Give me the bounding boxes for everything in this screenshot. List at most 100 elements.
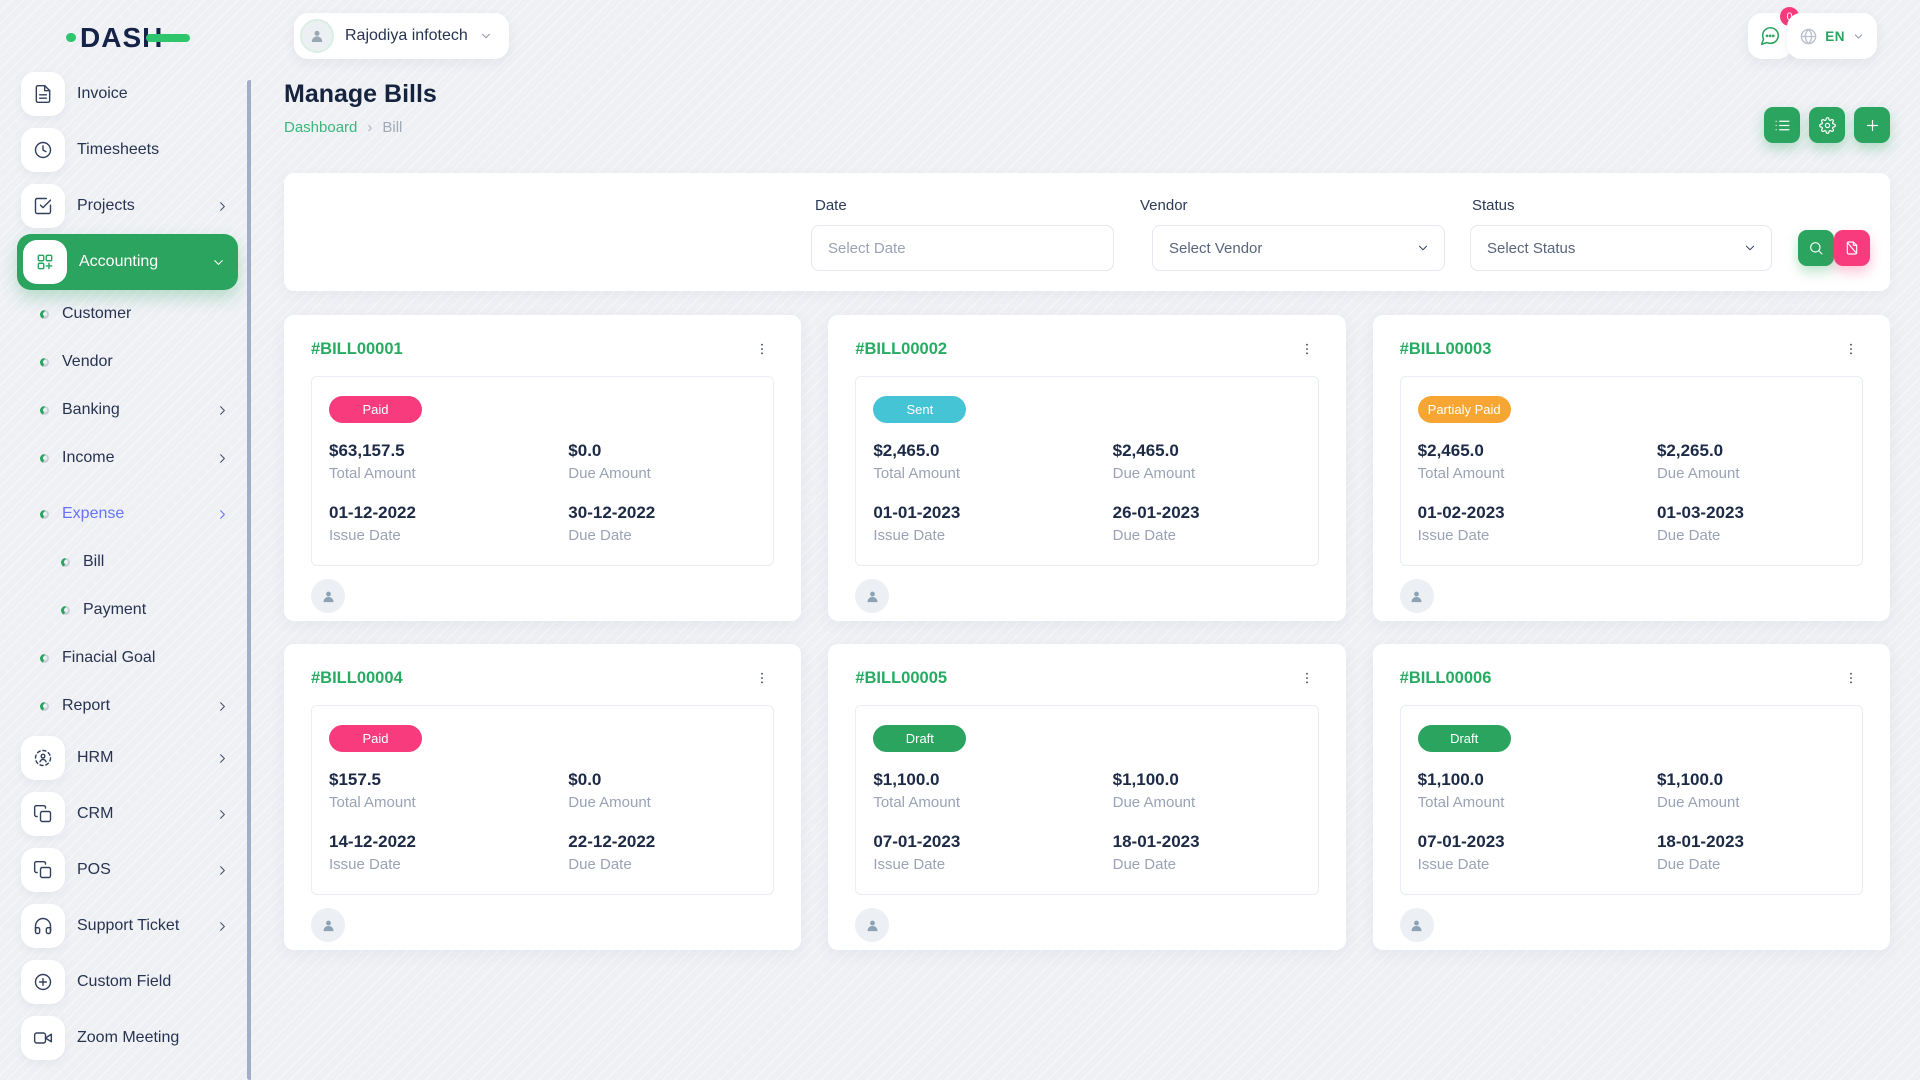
user-icon: [1408, 588, 1425, 605]
settings-button[interactable]: [1809, 107, 1845, 143]
card-actions-menu-button[interactable]: [1295, 337, 1319, 361]
breadcrumb-separator: ›: [367, 119, 372, 136]
list-view-button[interactable]: [1764, 107, 1800, 143]
card-actions-menu-button[interactable]: [1295, 666, 1319, 690]
apply-filter-button[interactable]: [1798, 230, 1834, 266]
sidebar-scrollbar[interactable]: [247, 80, 251, 1080]
bill-number-link[interactable]: #BILL00003: [1400, 340, 1492, 359]
invoice-icon: [33, 84, 53, 104]
kebab-icon: [754, 670, 770, 686]
bullet-icon: [61, 558, 70, 567]
sidebar-item-vendor[interactable]: Vendor: [0, 338, 251, 386]
status-badge: Draft: [873, 725, 966, 752]
due-date-value: 18-01-2023: [1113, 832, 1301, 852]
chevron-right-icon: [215, 807, 230, 822]
sidebar-item-expense[interactable]: Expense: [0, 490, 251, 538]
hrm-icon-box: [21, 736, 65, 780]
sidebar-scrollbar-thumb[interactable]: [247, 80, 251, 1080]
sidebar-item-support-ticket[interactable]: Support Ticket: [0, 898, 251, 954]
sidebar-item-report[interactable]: Report: [0, 682, 251, 730]
sidebar-item-hrm[interactable]: HRM: [0, 730, 251, 786]
sidebar-item-accounting[interactable]: Accounting: [17, 234, 238, 290]
page-title: Manage Bills: [284, 80, 1890, 109]
language-selector[interactable]: EN: [1787, 13, 1877, 59]
breadcrumb-dashboard-link[interactable]: Dashboard: [284, 119, 357, 136]
sidebar-item-label: Timesheets: [77, 141, 159, 159]
chevron-down-icon: [479, 29, 493, 43]
vendor-avatar: [311, 579, 345, 613]
user-icon: [1408, 917, 1425, 934]
chevron-right-icon: [215, 863, 230, 878]
company-avatar: [300, 19, 334, 53]
company-switcher[interactable]: Rajodiya infotech: [294, 13, 509, 59]
chevron-right-icon: [215, 507, 230, 522]
brand-logo[interactable]: DASH: [66, 19, 216, 55]
due-date-label: Due Date: [568, 527, 756, 544]
sidebar-item-label: Bill: [83, 553, 104, 571]
chevron-right-icon: [215, 919, 230, 934]
chevron-down-icon: [1416, 241, 1430, 255]
bill-number-link[interactable]: #BILL00005: [855, 669, 947, 688]
card-actions-menu-button[interactable]: [1839, 337, 1863, 361]
sidebar-item-bill[interactable]: Bill: [0, 538, 251, 586]
chevron-right-icon: [215, 863, 230, 878]
bill-summary-box: Paid$157.5Total Amount$0.0Due Amount14-1…: [311, 705, 774, 895]
total-amount-value: $157.5: [329, 770, 568, 790]
total-amount-value: $1,100.0: [1418, 770, 1657, 790]
bill-summary-box: Sent$2,465.0Total Amount$2,465.0Due Amou…: [855, 376, 1318, 566]
vendor-avatar: [311, 908, 345, 942]
bill-number-link[interactable]: #BILL00002: [855, 340, 947, 359]
due-amount-value: $0.0: [568, 770, 756, 790]
user-icon: [864, 588, 881, 605]
vendor-filter-value: Select Vendor: [1169, 240, 1262, 257]
status-filter-label: Status: [1472, 197, 1515, 214]
bullet-icon: [61, 606, 70, 615]
sidebar-item-invoice[interactable]: Invoice: [0, 66, 251, 122]
bill-summary-box: Draft$1,100.0Total Amount$1,100.0Due Amo…: [855, 705, 1318, 895]
chevron-right-icon: [215, 807, 230, 822]
card-actions-menu-button[interactable]: [750, 666, 774, 690]
card-actions-menu-button[interactable]: [750, 337, 774, 361]
bill-number-link[interactable]: #BILL00001: [311, 340, 403, 359]
due-date-label: Due Date: [1657, 527, 1845, 544]
sidebar-item-income[interactable]: Income: [0, 434, 251, 482]
invoice-icon-box: [21, 72, 65, 116]
sidebar-item-label: Support Ticket: [77, 917, 179, 935]
clock-icon: [33, 140, 53, 160]
accounting-icon: [35, 252, 55, 272]
headphones-icon-box: [21, 904, 65, 948]
sidebar-item-zoom-meeting[interactable]: Zoom Meeting: [0, 1010, 251, 1066]
status-filter-select[interactable]: Select Status: [1470, 225, 1772, 271]
card-actions-menu-button[interactable]: [1839, 666, 1863, 690]
date-filter-input[interactable]: [811, 225, 1114, 271]
sidebar-item-banking[interactable]: Banking: [0, 386, 251, 434]
gear-icon: [1819, 117, 1836, 134]
sidebar-item-customer[interactable]: Customer: [0, 290, 251, 338]
sidebar-item-custom-field[interactable]: Custom Field: [0, 954, 251, 1010]
issue-date-label: Issue Date: [1418, 527, 1657, 544]
sidebar-item-timesheets[interactable]: Timesheets: [0, 122, 251, 178]
sidebar-item-label: POS: [77, 861, 111, 879]
sidebar-item-payment[interactable]: Payment: [0, 586, 251, 634]
bullet-icon: [40, 406, 49, 415]
vendor-avatar: [855, 908, 889, 942]
main-content: Manage Bills Dashboard › Bill: [284, 80, 1890, 950]
bill-card: #BILL00001Paid$63,157.5Total Amount$0.0D…: [284, 315, 801, 621]
chevron-right-icon: [215, 199, 230, 214]
sidebar-item-crm[interactable]: CRM: [0, 786, 251, 842]
messages-button[interactable]: 0: [1748, 13, 1792, 59]
due-date-value: 22-12-2022: [568, 832, 756, 852]
reset-filter-button[interactable]: [1834, 230, 1870, 266]
due-amount-value: $0.0: [568, 441, 756, 461]
sidebar-item-finacial-goal[interactable]: Finacial Goal: [0, 634, 251, 682]
bill-number-link[interactable]: #BILL00006: [1400, 669, 1492, 688]
issue-date-value: 07-01-2023: [1418, 832, 1657, 852]
sidebar-item-projects[interactable]: Projects: [0, 178, 251, 234]
bill-card: #BILL00006Draft$1,100.0Total Amount$1,10…: [1373, 644, 1890, 950]
create-bill-button[interactable]: [1854, 107, 1890, 143]
bill-number-link[interactable]: #BILL00004: [311, 669, 403, 688]
sidebar-item-pos[interactable]: POS: [0, 842, 251, 898]
issue-date-label: Issue Date: [329, 527, 568, 544]
vendor-filter-select[interactable]: Select Vendor: [1152, 225, 1445, 271]
user-icon: [308, 27, 326, 45]
